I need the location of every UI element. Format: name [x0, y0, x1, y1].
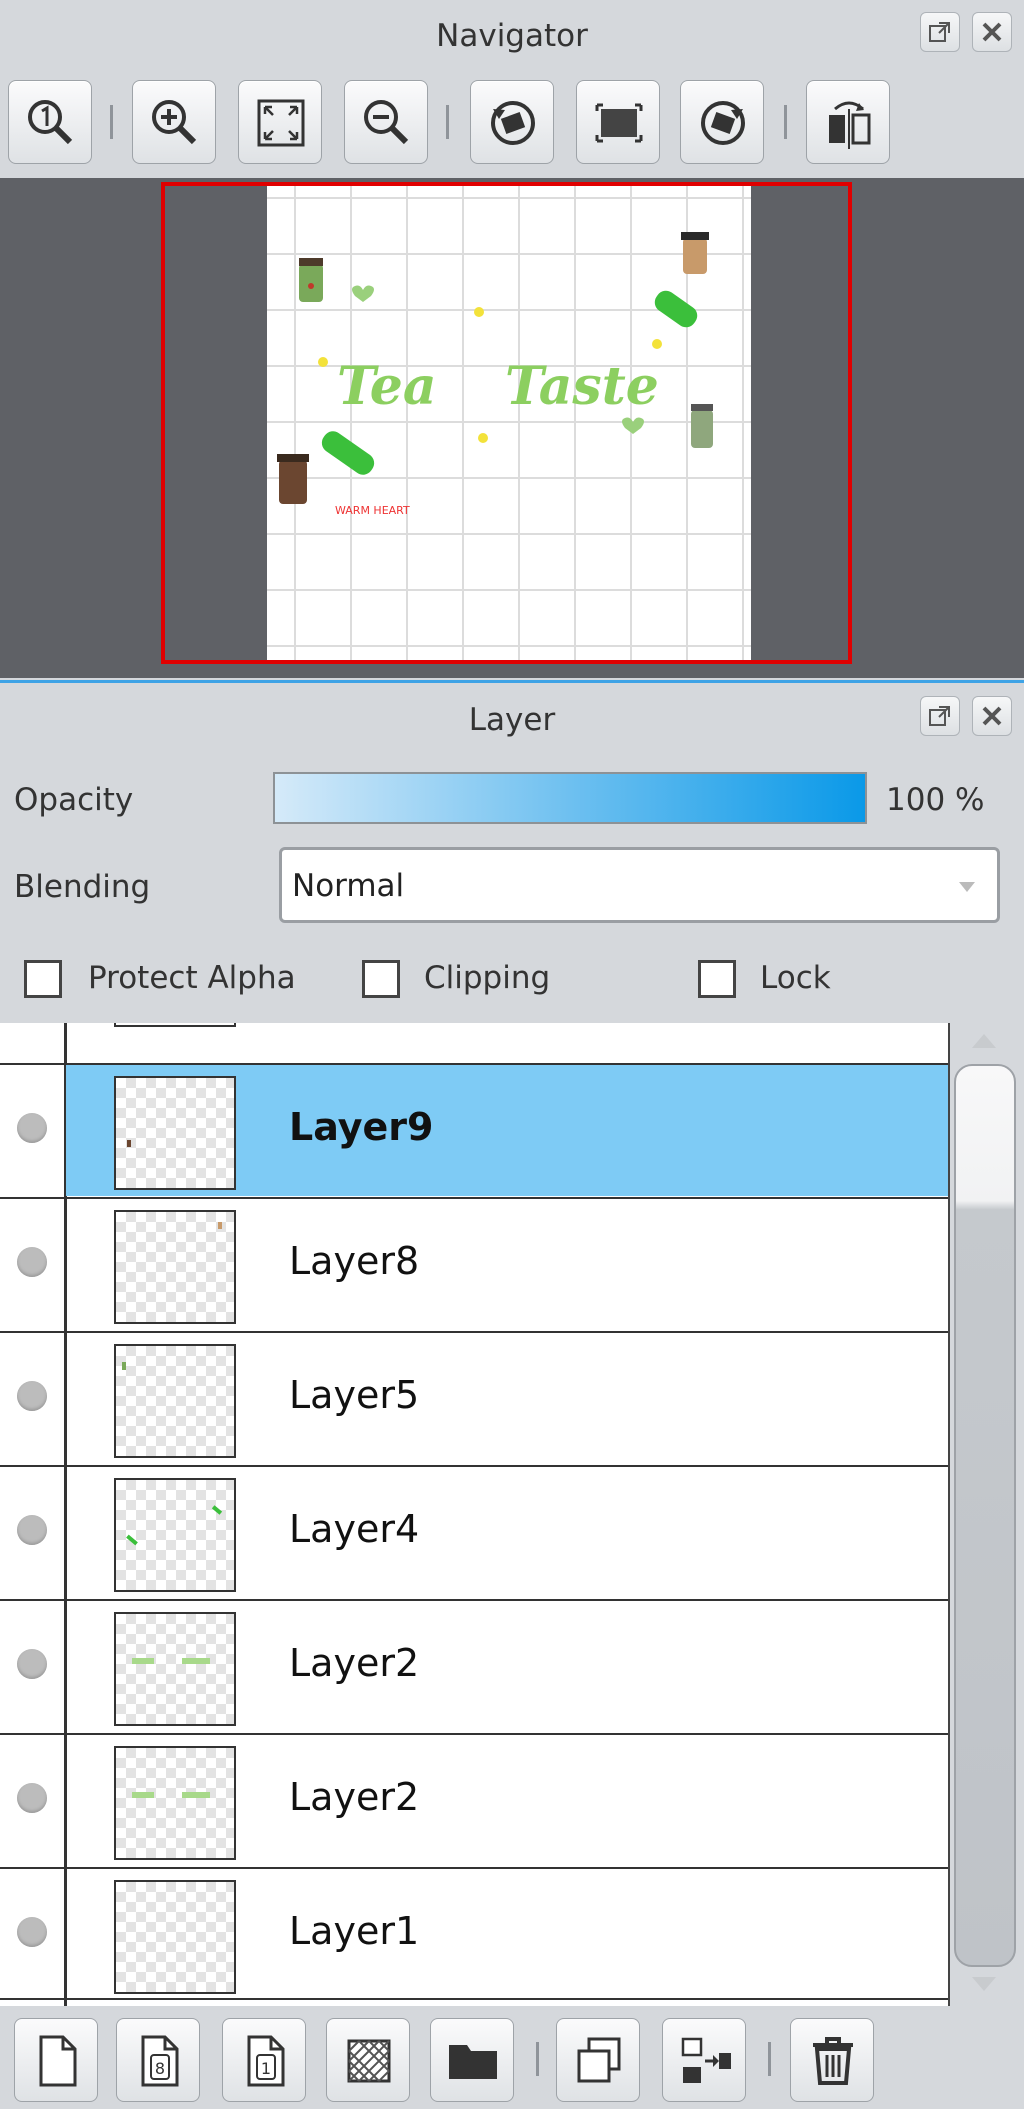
- new-8bit-layer-icon[interactable]: 8: [116, 2018, 200, 2102]
- visibility-toggle[interactable]: [17, 1381, 47, 1411]
- delete-layer-icon[interactable]: [790, 2018, 874, 2102]
- view-rectangle[interactable]: [161, 182, 852, 664]
- close-icon[interactable]: [972, 12, 1012, 52]
- merge-down-icon[interactable]: [662, 2018, 746, 2102]
- new-folder-icon[interactable]: [430, 2018, 514, 2102]
- visibility-toggle[interactable]: [17, 1113, 47, 1143]
- chevron-down-icon: [959, 882, 975, 892]
- layer-thumbnail: [114, 1880, 236, 1994]
- close-icon[interactable]: [972, 696, 1012, 736]
- layer-row-layer1[interactable]: Layer1: [0, 1867, 948, 2000]
- blending-label: Blending: [14, 869, 151, 905]
- layer-thumbnail: [114, 1746, 236, 1860]
- layer-name: Layer5: [289, 1373, 420, 1417]
- layer-thumbnail: [114, 1612, 236, 1726]
- zoom-actual-icon[interactable]: [8, 80, 92, 164]
- layer-row-layer4[interactable]: Layer4: [0, 1465, 948, 1598]
- zoom-out-icon[interactable]: [344, 80, 428, 164]
- reset-rotation-icon[interactable]: [576, 80, 660, 164]
- new-halftone-layer-icon[interactable]: [326, 2018, 410, 2102]
- layer-name: Layer2: [289, 1775, 420, 1819]
- layer-thumbnail: [114, 1210, 236, 1324]
- undock-icon[interactable]: [920, 12, 960, 52]
- visibility-toggle[interactable]: [17, 1783, 47, 1813]
- rotate-right-icon[interactable]: [680, 80, 764, 164]
- layer-name: Layer8: [289, 1239, 420, 1283]
- layer-row-layer9[interactable]: Layer9: [0, 1063, 948, 1196]
- layer-row-layer5[interactable]: Layer5: [0, 1331, 948, 1464]
- layer-list[interactable]: Layer9 Layer8 Layer5 Layer4 Layer2 Layer…: [0, 1023, 950, 2006]
- visibility-toggle[interactable]: [17, 1247, 47, 1277]
- protect-alpha-label: Protect Alpha: [88, 960, 296, 996]
- layer-thumbnail: [114, 1478, 236, 1592]
- layer-thumbnail: [114, 1076, 236, 1190]
- layer-row-layer2[interactable]: Layer2: [0, 1599, 948, 1732]
- visibility-toggle[interactable]: [17, 1917, 47, 1947]
- clipping-checkbox[interactable]: [362, 960, 400, 998]
- layer-panel-title: Layer: [468, 702, 556, 738]
- flip-horizontal-icon[interactable]: [806, 80, 890, 164]
- new-layer-icon[interactable]: [14, 2018, 98, 2102]
- opacity-label: Opacity: [14, 782, 134, 818]
- undock-icon[interactable]: [920, 696, 960, 736]
- layer-name: Layer9: [289, 1105, 434, 1149]
- layer-name: Layer4: [289, 1507, 420, 1551]
- scrollbar-thumb[interactable]: [954, 1064, 1016, 1967]
- svg-text:1: 1: [261, 2059, 271, 2078]
- visibility-toggle[interactable]: [17, 1515, 47, 1545]
- lock-label: Lock: [760, 960, 831, 996]
- protect-alpha-checkbox[interactable]: [24, 960, 62, 998]
- zoom-in-icon[interactable]: [132, 80, 216, 164]
- rotate-left-icon[interactable]: [470, 80, 554, 164]
- new-1bit-layer-icon[interactable]: 1: [222, 2018, 306, 2102]
- layer-row-layer2[interactable]: Layer2: [0, 1733, 948, 1866]
- scroll-up-icon[interactable]: [972, 1034, 996, 1048]
- fit-screen-icon[interactable]: [238, 80, 322, 164]
- blending-select[interactable]: Normal: [279, 847, 1000, 923]
- opacity-value: 100 %: [886, 782, 985, 818]
- visibility-toggle[interactable]: [17, 1649, 47, 1679]
- layer-thumbnail: [114, 1344, 236, 1458]
- scroll-down-icon[interactable]: [972, 1977, 996, 1991]
- svg-text:8: 8: [155, 2059, 165, 2078]
- blending-value: Normal: [292, 868, 405, 904]
- layer-name: Layer1: [289, 1909, 420, 1953]
- layer-row-layer8[interactable]: Layer8: [0, 1197, 948, 1330]
- opacity-slider[interactable]: [273, 772, 867, 824]
- navigator-title: Navigator: [436, 18, 588, 54]
- layer-name: Layer2: [289, 1641, 420, 1685]
- lock-checkbox[interactable]: [698, 960, 736, 998]
- duplicate-layer-icon[interactable]: [556, 2018, 640, 2102]
- clipping-label: Clipping: [424, 960, 551, 996]
